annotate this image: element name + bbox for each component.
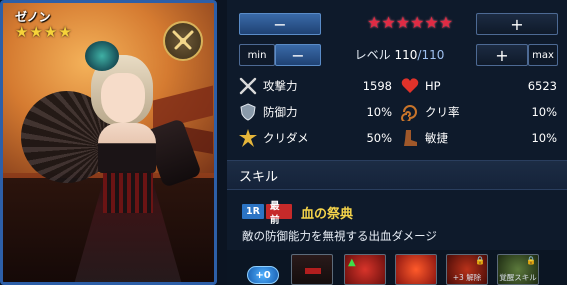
- stat-agility: 敏捷 10%: [399, 127, 557, 149]
- heart-icon: [399, 75, 421, 97]
- star-icon: ★: [15, 23, 29, 41]
- star-icon: ★: [367, 13, 382, 32]
- hair-flower: [85, 41, 119, 71]
- burst-icon: [237, 127, 259, 149]
- star-icon: ★: [58, 23, 72, 41]
- level-current: 110: [394, 48, 418, 62]
- level-display: レベル 110/110: [337, 46, 462, 63]
- character-card[interactable]: ゼノン ★ ★ ★ ★: [0, 0, 217, 285]
- stat-value: 10%: [366, 105, 392, 119]
- skill-section-header: スキル: [227, 160, 567, 190]
- stat-attack: 攻撃力 1598: [237, 75, 392, 97]
- stat-crit-rate: クリ率 10%: [399, 101, 557, 123]
- fangs-icon[interactable]: ▲: [344, 254, 386, 285]
- boot-icon: [399, 127, 421, 149]
- stat-value: 10%: [531, 105, 557, 119]
- stat-label: 攻撃力: [263, 79, 298, 93]
- swirl-icon: [399, 101, 421, 123]
- character-stars: ★ ★ ★ ★: [15, 24, 72, 40]
- skill-position-tag: 最前: [266, 201, 292, 226]
- star-icon: ★: [43, 23, 58, 41]
- stat-defense: 防御力 10%: [237, 101, 392, 123]
- star-icon: ★: [424, 13, 439, 32]
- skill-name: 血の祭典: [301, 207, 354, 222]
- character-face: [101, 73, 145, 123]
- level-prefix: レベル: [354, 48, 395, 62]
- shield-icon: [237, 101, 259, 123]
- stat-hp: HP 6523: [399, 75, 557, 97]
- stat-label: HP: [425, 79, 441, 93]
- stat-label: クリダメ: [263, 131, 309, 145]
- star-icon: ★: [29, 23, 43, 41]
- skill-description: 敵の防御能力を無視する出血ダメージ: [242, 229, 437, 243]
- character-body: [98, 123, 156, 173]
- stat-label: 防御力: [263, 105, 298, 119]
- rarity-increase-button[interactable]: +: [476, 13, 558, 35]
- stat-value: 1598: [362, 79, 392, 93]
- star-icon: ★: [381, 13, 396, 32]
- star-icon: ★: [395, 13, 411, 32]
- level-decrease-button[interactable]: −: [275, 44, 321, 66]
- star-icon: ★: [438, 13, 454, 32]
- level-increase-button[interactable]: +: [476, 44, 528, 66]
- skill-round-tag: 1R: [242, 204, 264, 219]
- arrow-up-icon: ▲: [348, 257, 356, 268]
- stat-label: 敏捷: [425, 131, 448, 145]
- stat-label: クリ率: [425, 105, 460, 119]
- level-min-button[interactable]: min: [239, 44, 275, 66]
- locked-skill-icon[interactable]: 🔒 +3 解除: [446, 254, 488, 285]
- slot-caption: 覚醒スキル: [499, 273, 537, 282]
- crossed-swords-icon: [237, 75, 259, 97]
- stat-value: 6523: [527, 79, 557, 93]
- level-max-button[interactable]: max: [528, 44, 558, 66]
- slot-caption: +3 解除: [452, 273, 482, 282]
- lock-icon: 🔒: [475, 256, 485, 265]
- level-maximum: 110: [421, 48, 445, 62]
- stat-value: 10%: [531, 131, 557, 145]
- burst-skill-icon[interactable]: [395, 254, 437, 285]
- lock-icon: 🔒: [526, 256, 536, 265]
- stat-value: 50%: [366, 131, 392, 145]
- crossed-swords-emblem-icon: [163, 21, 203, 61]
- stat-crit-damage: クリダメ 50%: [237, 127, 392, 149]
- dress-corset: [103, 173, 153, 213]
- locked-skill-icon[interactable]: 🔒 覚醒スキル: [497, 254, 539, 285]
- blood-slot-icon[interactable]: [291, 254, 333, 285]
- plus-badge[interactable]: +0: [247, 266, 279, 284]
- star-icon: ★: [410, 13, 425, 32]
- stats-panel: − ★ ★ ★ ★ ★ ★ + min − レベル 110/110 + max …: [227, 0, 567, 285]
- rarity-decrease-button[interactable]: −: [239, 13, 321, 35]
- rarity-stars: ★ ★ ★ ★ ★ ★: [367, 14, 453, 32]
